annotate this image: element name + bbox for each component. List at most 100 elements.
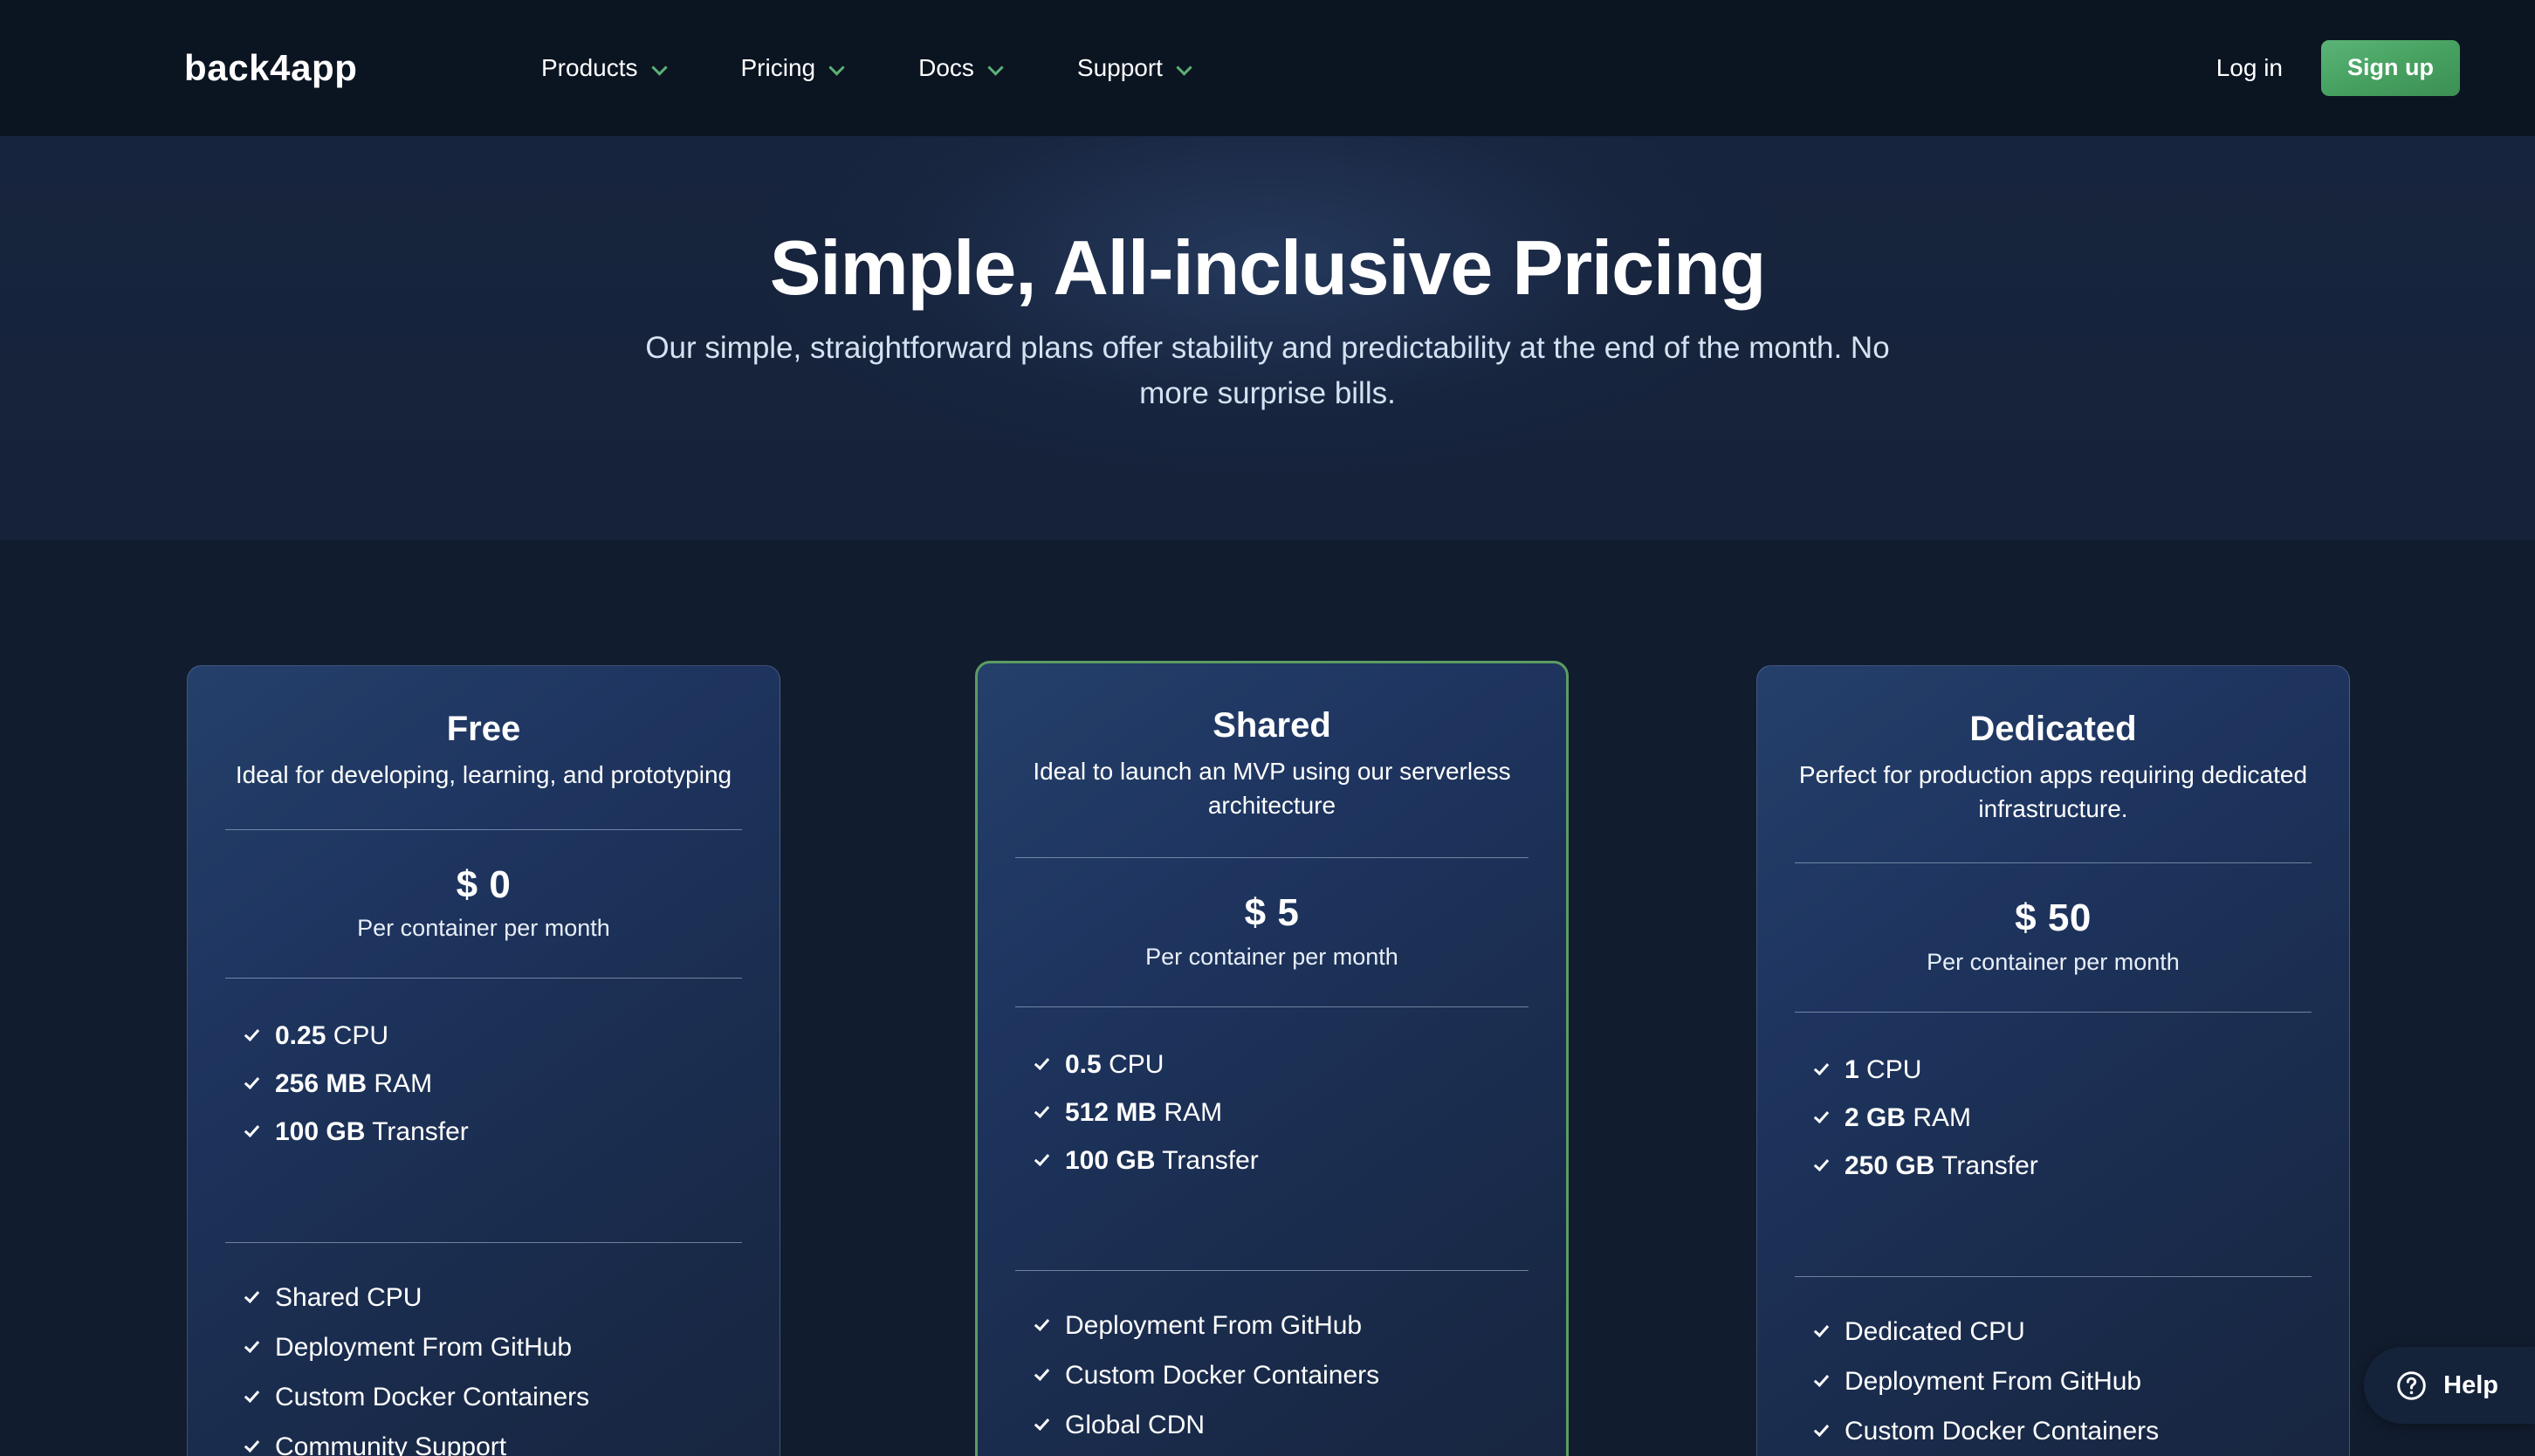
chevron-down-icon	[988, 59, 1006, 77]
spec-unit: RAM	[374, 1069, 433, 1099]
spec-value: 250 GB	[1845, 1151, 1935, 1181]
list-item: 250 GB Transfer	[1814, 1153, 2312, 1179]
feature-label: Global CDN	[1065, 1411, 1206, 1440]
list-item: 512 MB RAM	[1034, 1100, 1529, 1126]
list-item: 0.25 CPU	[244, 1023, 742, 1049]
spec-unit: Transfer	[1162, 1146, 1259, 1176]
nav-account-actions: Log in Sign up	[2216, 40, 2460, 96]
spec-value: 100 GB	[275, 1117, 366, 1147]
list-item: 100 GB Transfer	[1034, 1148, 1529, 1174]
feature-label: Shared CPU	[275, 1283, 422, 1313]
pricing-card-free[interactable]: Free Ideal for developing, learning, and…	[187, 665, 780, 1456]
check-icon	[244, 1123, 261, 1139]
list-item: Custom Docker Containers	[244, 1384, 742, 1411]
list-item: 100 GB Transfer	[244, 1119, 742, 1145]
signup-button[interactable]: Sign up	[2321, 40, 2460, 96]
pricing-page: back4app Products Pricing Docs Support L…	[0, 0, 2535, 1456]
nav-item-pricing[interactable]: Pricing	[741, 47, 848, 89]
check-icon	[244, 1288, 261, 1305]
card-header: Dedicated Perfect for production apps re…	[1795, 666, 2312, 826]
spec-unit: RAM	[1913, 1103, 1972, 1133]
plan-spec-list: 0.5 CPU 512 MB RAM 100 GB Transfer	[1015, 1007, 1529, 1174]
check-icon	[244, 1027, 261, 1043]
feature-label: Deployment From GitHub	[1845, 1367, 2142, 1397]
plan-price-note: Per container per month	[1927, 948, 2180, 975]
spec-value: 2 GB	[1845, 1103, 1906, 1133]
card-header: Shared Ideal to launch an MVP using our …	[1015, 663, 1529, 822]
nav-item-products[interactable]: Products	[541, 47, 670, 89]
chevron-down-icon	[652, 59, 670, 77]
list-item: Deployment From GitHub	[1814, 1369, 2312, 1395]
check-icon	[1814, 1109, 1831, 1125]
check-icon	[1034, 1316, 1051, 1333]
plan-name: Free	[446, 710, 521, 748]
pricing-card-shared[interactable]: Shared Ideal to launch an MVP using our …	[975, 661, 1569, 1456]
feature-label: Custom Docker Containers	[275, 1383, 590, 1412]
list-item: Custom Docker Containers	[1034, 1363, 1529, 1389]
spec-unit: CPU	[1109, 1050, 1164, 1080]
question-circle-icon	[2397, 1370, 2426, 1400]
spec-value: 0.5	[1065, 1050, 1102, 1080]
check-icon	[244, 1075, 261, 1091]
check-icon	[1814, 1422, 1831, 1439]
price-block: $ 5 Per container per month	[1015, 858, 1529, 1006]
brand-logo[interactable]: back4app	[184, 50, 358, 86]
nav-item-label: Support	[1076, 54, 1163, 81]
spec-value: 100 GB	[1065, 1146, 1156, 1176]
hero-section: Simple, All-inclusive Pricing Our simple…	[0, 136, 2535, 540]
check-icon	[1814, 1372, 1831, 1389]
plan-feature-list: Deployment From GitHub Custom Docker Con…	[1015, 1271, 1529, 1456]
check-icon	[1034, 1366, 1051, 1383]
nav-item-docs[interactable]: Docs	[918, 47, 1006, 89]
check-icon	[1034, 1103, 1051, 1120]
nav-item-support[interactable]: Support	[1077, 47, 1194, 89]
plan-feature-list: Dedicated CPU Deployment From GitHub Cus…	[1795, 1277, 2312, 1456]
spec-unit: CPU	[333, 1021, 389, 1051]
pricing-card-dedicated[interactable]: Dedicated Perfect for production apps re…	[1756, 665, 2350, 1456]
top-navbar: back4app Products Pricing Docs Support L…	[0, 0, 2535, 136]
check-icon	[244, 1388, 261, 1404]
plan-spec-list: 1 CPU 2 GB RAM 250 GB Transfer	[1795, 1013, 2312, 1179]
plan-price: $ 50	[2015, 896, 2092, 940]
list-item: 1 CPU	[1814, 1057, 2312, 1083]
spec-value: 0.25	[275, 1021, 326, 1051]
nav-item-label: Docs	[918, 54, 974, 81]
check-icon	[1034, 1151, 1051, 1168]
plan-description: Ideal for developing, learning, and prot…	[235, 761, 732, 788]
nav-item-label: Products	[541, 54, 638, 81]
plan-price: $ 0	[456, 862, 512, 906]
plan-name: Shared	[1213, 706, 1331, 745]
list-item: Shared CPU	[244, 1285, 742, 1311]
spec-unit: CPU	[1866, 1055, 1922, 1085]
spec-value: 256 MB	[275, 1069, 368, 1099]
card-header: Free Ideal for developing, learning, and…	[225, 666, 742, 793]
pricing-cards-section: Free Ideal for developing, learning, and…	[0, 540, 2535, 1456]
feature-label: Community Support	[275, 1432, 507, 1456]
nav-item-label: Pricing	[740, 54, 816, 81]
spec-value: 512 MB	[1065, 1098, 1158, 1128]
help-widget[interactable]: Help	[2364, 1347, 2535, 1424]
list-item: Deployment From GitHub	[1034, 1313, 1529, 1339]
help-label: Help	[2443, 1370, 2498, 1399]
spec-unit: RAM	[1164, 1098, 1223, 1128]
plan-spec-list: 0.25 CPU 256 MB RAM 100 GB Transfer	[225, 979, 742, 1145]
plan-feature-list: Shared CPU Deployment From GitHub Custom…	[225, 1243, 742, 1456]
feature-label: Dedicated CPU	[1845, 1317, 2025, 1347]
list-item: Custom Docker Containers	[1814, 1418, 2312, 1445]
list-item: 256 MB RAM	[244, 1071, 742, 1097]
primary-navigation: Products Pricing Docs Support	[541, 47, 1194, 89]
price-block: $ 0 Per container per month	[225, 830, 742, 979]
page-title: Simple, All-inclusive Pricing	[769, 223, 1767, 311]
list-item: Deployment From GitHub	[244, 1335, 742, 1361]
check-icon	[244, 1438, 261, 1454]
check-icon	[1814, 1061, 1831, 1077]
feature-label: Custom Docker Containers	[1065, 1361, 1380, 1391]
plan-description: Ideal to launch an MVP using our serverl…	[1033, 758, 1511, 819]
spec-unit: Transfer	[1941, 1151, 2038, 1181]
login-link[interactable]: Log in	[2216, 56, 2283, 80]
list-item: Global CDN	[1034, 1412, 1529, 1439]
spec-value: 1	[1845, 1055, 1859, 1085]
list-item: Community Support	[244, 1434, 742, 1456]
